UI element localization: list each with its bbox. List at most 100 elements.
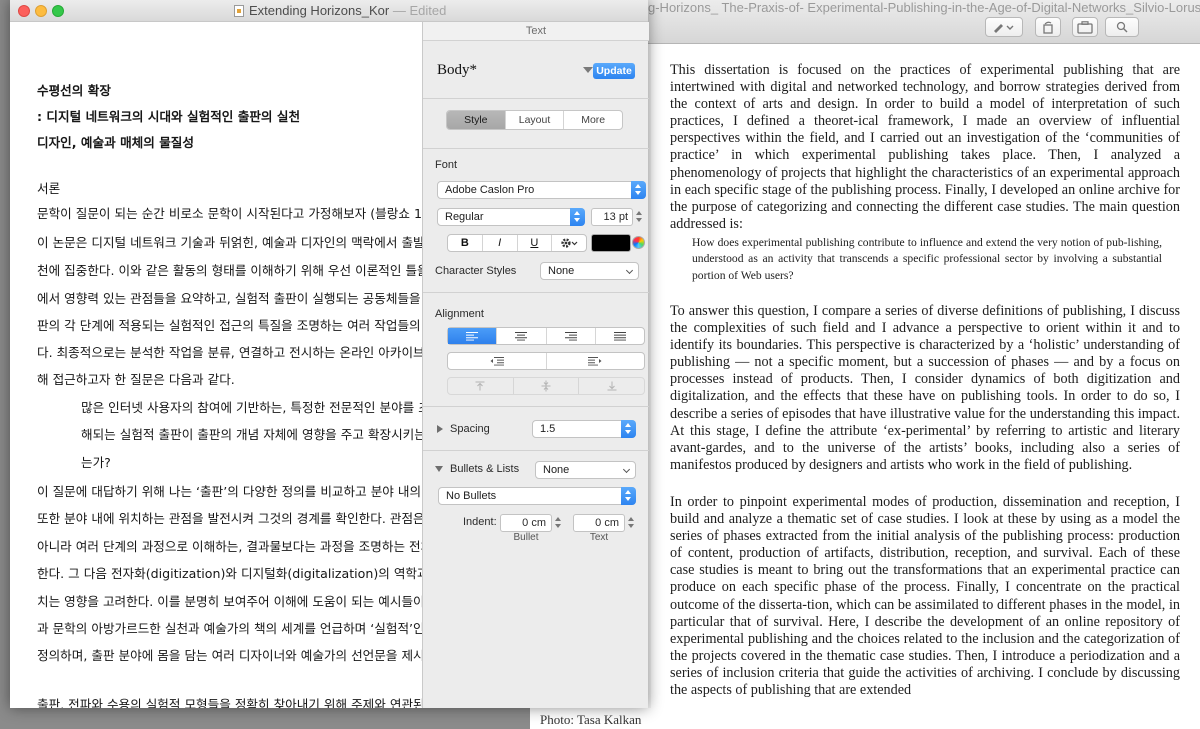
rotate-icon — [1043, 21, 1053, 34]
decrease-indent-icon — [490, 357, 504, 366]
format-inspector: Text Body* Update Style Layout More Font… — [422, 22, 649, 708]
spacing-disclosure-icon[interactable] — [437, 425, 443, 433]
bullets-lists-label: Bullets & Lists — [450, 463, 520, 475]
toolbox-button[interactable] — [1072, 17, 1098, 37]
bullets-lists-value: None — [543, 464, 570, 476]
vertical-alignment-buttons — [447, 377, 645, 395]
font-size-stepper[interactable] — [635, 208, 645, 226]
bullets-lists-select[interactable]: None — [535, 461, 636, 479]
bullet-type-value: No Bullets — [446, 490, 497, 502]
text-color-well[interactable] — [591, 234, 631, 252]
font-family-value: Adobe Caslon Pro — [445, 184, 535, 196]
doc-quote-line: 해되는 실험적 출판이 출판의 개념 자체에 영향을 주고 확장시키는 — [81, 427, 422, 442]
tab-layout[interactable]: Layout — [506, 111, 565, 129]
italic-button[interactable]: I — [483, 235, 518, 251]
divider — [423, 450, 649, 451]
inspector-header: Text — [423, 22, 649, 41]
chevron-down-icon — [622, 465, 631, 474]
minimize-window-button[interactable] — [35, 5, 47, 17]
align-justify-button[interactable] — [596, 328, 644, 344]
pdf-paragraph: To answer this question, I compare a ser… — [670, 303, 1180, 473]
horizontal-alignment-buttons — [447, 327, 645, 345]
bullet-indent-field[interactable]: 0 cm — [500, 514, 552, 532]
decrease-indent-button[interactable] — [448, 353, 547, 369]
align-center-button[interactable] — [497, 328, 547, 344]
search-icon — [1116, 21, 1128, 33]
zoom-window-button[interactable] — [52, 5, 64, 17]
divider — [423, 148, 649, 149]
align-left-icon — [466, 332, 479, 341]
doc-quote-line: 많은 인터넷 사용자의 참여에 기반하는, 특정한 전문적인 분야를 초 — [81, 400, 422, 415]
align-center-icon — [515, 332, 528, 341]
markup-pen-button[interactable] — [985, 17, 1023, 37]
document-name: Extending Horizons_Kor — [249, 3, 390, 18]
character-styles-value: None — [548, 265, 575, 277]
doc-text-line: 출판, 전파와 수용의 실험적 모형들을 정확히 찾아내기 위해 주제와 연관된 — [37, 697, 422, 708]
pdf-paragraph: In order to pinpoint experimental modes … — [670, 494, 1180, 699]
align-left-button[interactable] — [448, 328, 498, 344]
pdf-window-title: g-Horizons_ The-Praxis-of- Experimental-… — [648, 0, 1200, 15]
paragraph-style-name[interactable]: Body* — [437, 62, 477, 79]
select-arrows-icon — [570, 208, 585, 226]
underline-button[interactable]: U — [518, 235, 553, 251]
doc-text-line: 정의하며, 출판 분야에 몸을 담는 여러 디자이너와 예술가의 선언문을 제시 — [37, 648, 422, 663]
align-bottom-button[interactable] — [579, 378, 644, 394]
character-format-buttons: B I U — [447, 234, 587, 252]
character-styles-select[interactable]: None — [540, 262, 639, 280]
document-canvas[interactable]: 수평선의 확장 : 디지털 네트워크의 시대와 실험적인 출판의 실천 디자인,… — [10, 22, 422, 708]
select-arrows-icon — [631, 181, 646, 199]
text-caption: Text — [589, 532, 609, 543]
search-field[interactable] — [1105, 17, 1139, 37]
gear-icon — [561, 238, 578, 248]
doc-quote-line: 는가? — [81, 455, 111, 470]
update-style-button[interactable]: Update — [593, 63, 635, 79]
pen-icon — [994, 24, 1014, 33]
close-window-button[interactable] — [18, 5, 30, 17]
divider — [423, 292, 649, 293]
align-right-button[interactable] — [547, 328, 596, 344]
font-size-field[interactable]: 13 pt — [591, 208, 633, 226]
select-arrows-icon — [621, 487, 636, 505]
advanced-options-button[interactable] — [552, 235, 586, 251]
text-indent-stepper[interactable] — [627, 514, 637, 532]
tab-style[interactable]: Style — [447, 111, 506, 129]
align-bottom-icon — [607, 381, 617, 391]
tab-more[interactable]: More — [564, 111, 622, 129]
toolbox-icon — [1077, 21, 1093, 34]
spacing-select[interactable]: 1.5 — [532, 420, 636, 438]
doc-heading: 서론 — [37, 181, 61, 196]
indent-label: Indent: — [463, 516, 497, 528]
align-middle-icon — [541, 380, 551, 392]
pdf-paragraph: This dissertation is focused on the prac… — [670, 62, 1180, 232]
color-wheel-icon[interactable] — [632, 236, 645, 249]
align-justify-icon — [613, 332, 626, 341]
font-typeface-select[interactable]: Regular — [437, 208, 585, 226]
bullet-caption: Bullet — [513, 532, 539, 543]
doc-text-line: 아니라 여러 단계의 과정으로 이해하는, 결과물보다는 과정을 조명하는 전체 — [37, 539, 422, 554]
increase-indent-button[interactable] — [547, 353, 645, 369]
pdf-block-quote: How does experimental publishing contrib… — [692, 236, 1162, 282]
align-top-icon — [475, 381, 485, 391]
paragraph-style-dropdown-icon[interactable] — [583, 67, 593, 73]
doc-text-line: 천에 집중한다. 이와 같은 활동의 형태를 이해하기 위해 우선 이론적인 틀… — [37, 263, 422, 278]
photo-credit: Photo: Tasa Kalkan — [540, 712, 642, 727]
bullet-indent-stepper[interactable] — [554, 514, 564, 532]
doc-text-line: 과 문학의 아방가르드한 실천과 예술가의 책의 세계를 언급하며 ‘실험적’인 — [37, 621, 422, 636]
increase-indent-icon — [588, 357, 602, 366]
inspector-tabs: Style Layout More — [446, 110, 623, 130]
bullets-disclosure-icon[interactable] — [435, 466, 443, 472]
doc-title-line: 수평선의 확장 — [37, 83, 111, 98]
window-title: Extending Horizons_Kor — Edited — [249, 3, 446, 18]
alignment-label: Alignment — [435, 308, 484, 320]
align-top-button[interactable] — [448, 378, 514, 394]
doc-text-line: 치는 영향을 고려한다. 이를 분명히 보여주어 이해에 도움이 되는 예시들이 — [37, 594, 422, 609]
doc-subtitle-line: 디자인, 예술과 매체의 물질성 — [37, 135, 194, 150]
bullet-type-select[interactable]: No Bullets — [438, 487, 636, 505]
font-family-select[interactable]: Adobe Caslon Pro — [437, 181, 646, 199]
bold-button[interactable]: B — [448, 235, 483, 251]
divider — [423, 406, 649, 407]
text-indent-field[interactable]: 0 cm — [573, 514, 625, 532]
title-bar[interactable]: Extending Horizons_Kor — Edited — [10, 0, 648, 22]
align-middle-button[interactable] — [514, 378, 580, 394]
rotate-button[interactable] — [1035, 17, 1061, 37]
